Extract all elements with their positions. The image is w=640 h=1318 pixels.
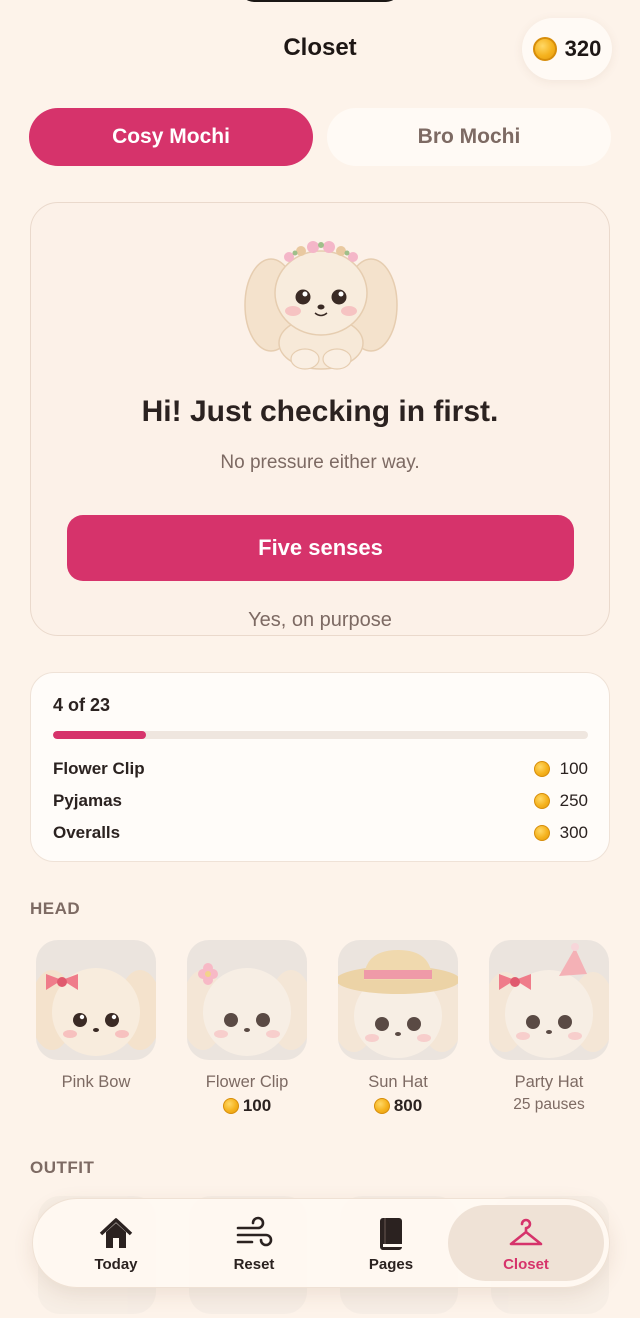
nav-label: Pages	[368, 1255, 414, 1273]
coin-icon	[373, 1098, 390, 1114]
closet-screen: Closet 320 Cosy Mochi Bro Mochi Hi! Just…	[0, 0, 640, 1318]
party-hat-icon	[489, 943, 609, 1058]
coin-icon	[533, 793, 550, 809]
yes-on-purpose-link[interactable]: Yes, on purpose	[31, 609, 609, 632]
item-price-value: 800	[393, 1096, 423, 1115]
goal-cost: 250	[533, 791, 588, 811]
coin-icon	[533, 825, 550, 841]
section-outfit-label: OUTFIT	[30, 1158, 95, 1177]
tab-bro-mochi[interactable]: Bro Mochi	[327, 108, 611, 166]
coin-icon	[222, 1098, 239, 1114]
goal-row[interactable]: Pyjamas 250	[53, 789, 588, 813]
item-name: Party Hat	[514, 1073, 584, 1091]
coin-count: 320	[564, 36, 602, 61]
sun-hat-icon	[338, 950, 458, 1058]
flower-clip-icon	[187, 963, 307, 1056]
house-icon	[99, 1217, 133, 1248]
goal-cost-value: 250	[559, 791, 588, 810]
item-thumb	[338, 940, 458, 1060]
hanger-icon	[509, 1218, 543, 1245]
goal-name: Flower Clip	[53, 759, 145, 778]
goal-cost-value: 300	[559, 823, 588, 842]
item-unlock-note: 25 pauses	[513, 1096, 585, 1113]
item-name: Sun Hat	[368, 1073, 428, 1091]
five-senses-button[interactable]: Five senses	[67, 515, 574, 581]
goal-cost: 100	[533, 759, 588, 779]
bottom-nav: Today Reset Pages Closet	[32, 1198, 610, 1288]
item-thumb	[489, 940, 609, 1060]
item-flower-clip[interactable]: Flower Clip 100	[177, 940, 317, 1116]
item-price: 100	[177, 1096, 317, 1116]
checkin-subtitle: No pressure either way.	[220, 452, 420, 473]
checkin-title: Hi! Just checking in first.	[141, 395, 499, 428]
progress-card: 4 of 23 Flower Clip 100 Pyjamas 250 Over…	[30, 672, 610, 862]
item-sun-hat[interactable]: Sun Hat 800	[328, 940, 468, 1116]
checkin-card: Hi! Just checking in first. No pressure …	[30, 202, 610, 636]
mochi-mascot-icon	[244, 241, 398, 370]
book-icon	[380, 1217, 402, 1250]
nav-label: Reset	[233, 1255, 275, 1273]
nav-today[interactable]: Today	[47, 1205, 185, 1281]
progress-fill	[53, 731, 147, 739]
item-price: 800	[328, 1096, 468, 1116]
pink-bow-icon	[36, 968, 156, 1056]
goal-cost: 300	[533, 823, 588, 843]
item-name: Pink Bow	[61, 1073, 131, 1091]
item-thumb	[187, 940, 307, 1060]
coin-balance[interactable]: 320	[522, 18, 612, 80]
item-name: Flower Clip	[205, 1073, 289, 1091]
goal-name: Overalls	[53, 823, 121, 842]
progress-count: 4 of 23	[53, 695, 111, 715]
wind-icon	[236, 1216, 273, 1246]
goal-name: Pyjamas	[53, 791, 122, 810]
coin-icon	[533, 761, 550, 777]
section-head-label: HEAD	[30, 899, 81, 918]
device-notch	[240, 0, 400, 2]
item-thumb	[36, 940, 156, 1060]
item-pink-bow[interactable]: Pink Bow	[26, 940, 166, 1092]
goal-cost-value: 100	[559, 759, 588, 778]
nav-closet[interactable]: Closet	[448, 1205, 604, 1281]
nav-reset[interactable]: Reset	[185, 1205, 323, 1281]
progress-bar	[53, 731, 588, 739]
goal-row[interactable]: Overalls 300	[53, 821, 588, 845]
tab-cosy-mochi[interactable]: Cosy Mochi	[29, 108, 313, 166]
item-price-value: 100	[242, 1096, 272, 1115]
nav-pages[interactable]: Pages	[322, 1205, 460, 1281]
coin-icon	[532, 37, 557, 61]
nav-label: Today	[94, 1255, 138, 1273]
item-party-hat[interactable]: Party Hat 25 pauses	[479, 940, 619, 1114]
goal-row[interactable]: Flower Clip 100	[53, 757, 588, 781]
nav-label: Closet	[503, 1255, 549, 1273]
